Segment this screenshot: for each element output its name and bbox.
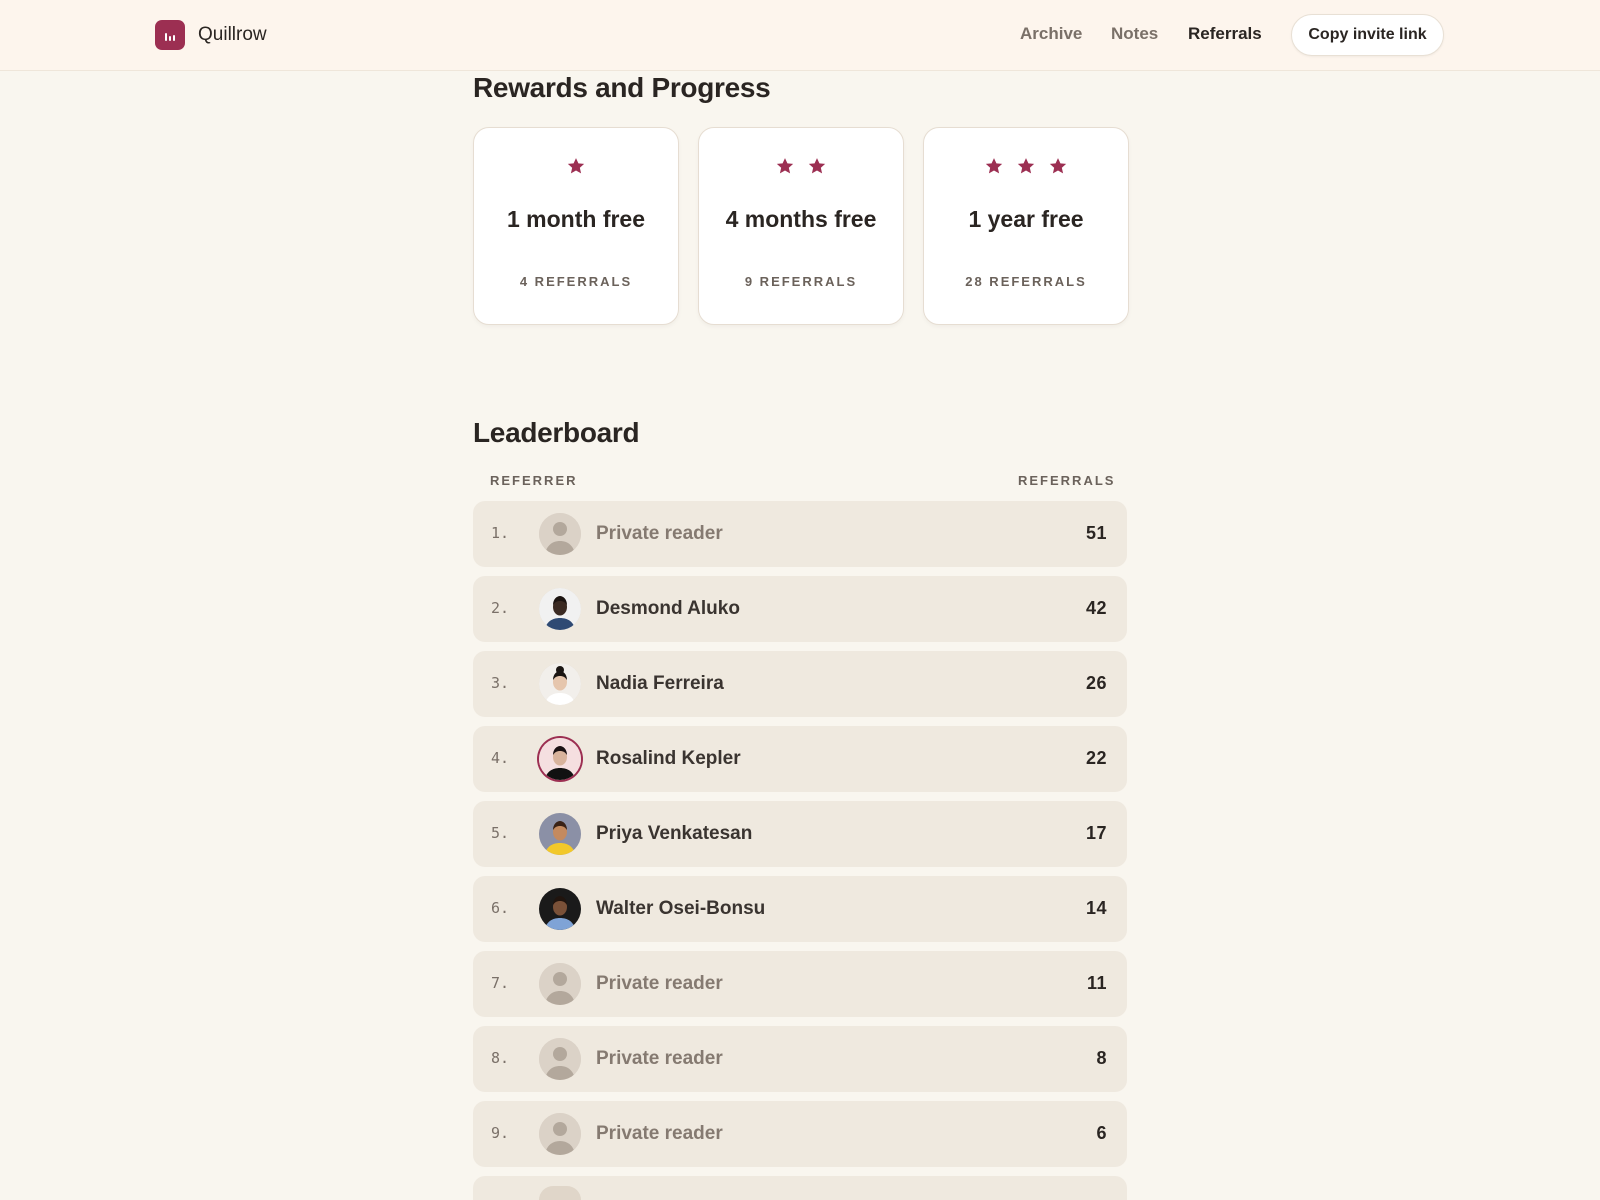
leaderboard-title: Leaderboard [473, 417, 640, 448]
brand-name: Quillrow [198, 24, 267, 45]
avatar [539, 888, 581, 930]
star-icon [776, 158, 794, 174]
user-photo [539, 813, 581, 855]
rank-number: 6. [491, 899, 510, 917]
nav-link-referrals[interactable]: Referrals [1188, 24, 1262, 44]
star-icon [1017, 158, 1035, 174]
avatar [539, 513, 581, 555]
brand-logo-icon [155, 20, 185, 50]
copy-invite-link-button[interactable]: Copy invite link [1291, 14, 1444, 56]
referrer-name: Private reader [596, 973, 723, 994]
reward-card: 4 months free 9 REFERRALS [698, 127, 904, 325]
referrer-name: Rosalind Kepler [596, 748, 741, 769]
star-icon [808, 158, 826, 174]
star-icon [985, 158, 1003, 174]
rank-number: 5. [491, 824, 510, 842]
star-icon [567, 158, 585, 174]
referral-count: 14 [1085, 898, 1107, 918]
rank-number: 2. [491, 599, 510, 617]
referral-count: 17 [1085, 823, 1107, 843]
default-avatar-icon [539, 513, 581, 555]
table-row: 9. Private reader 6 [473, 1101, 1127, 1167]
rewards-section-title: Rewards and Progress [473, 72, 771, 103]
referral-count: 42 [1085, 598, 1107, 618]
table-row: 2. Desmond Aluko 42 [473, 576, 1127, 642]
avatar [539, 738, 581, 780]
star-rating [699, 156, 903, 176]
user-photo [539, 588, 581, 630]
referrer-name: Nadia Ferreira [596, 673, 724, 694]
user-photo [539, 888, 581, 930]
referrals-column-header: REFERRALS [1018, 473, 1116, 488]
referrer-name: Private reader [596, 1048, 723, 1069]
avatar [539, 963, 581, 1005]
avatar [539, 1038, 581, 1080]
avatar [539, 813, 581, 855]
referral-count: 26 [1085, 673, 1107, 693]
nav-link-archive[interactable]: Archive [1020, 24, 1082, 44]
avatar [539, 663, 581, 705]
reward-requirement: 9 REFERRALS [744, 274, 858, 289]
table-row: 3. Nadia Ferreira 26 [473, 651, 1127, 717]
referral-count: 6 [1096, 1123, 1107, 1143]
table-row: 4. Rosalind Kepler 22 [473, 726, 1127, 792]
brand-home-link[interactable]: Quillrow [155, 20, 267, 50]
referral-count: 22 [1085, 748, 1107, 768]
table-row [473, 1176, 1127, 1200]
referrer-name: Private reader [596, 523, 723, 544]
reward-title: 4 months free [725, 206, 877, 232]
reward-requirement: 28 REFERRALS [965, 274, 1087, 289]
avatar [539, 588, 581, 630]
reward-card: 1 month free 4 REFERRALS [473, 127, 679, 325]
avatar [539, 1186, 581, 1200]
referrer-name: Priya Venkatesan [596, 823, 753, 844]
reward-requirement: 4 REFERRALS [519, 274, 633, 289]
star-rating [924, 156, 1128, 176]
avatar [539, 1113, 581, 1155]
table-row: 5. Priya Venkatesan 17 [473, 801, 1127, 867]
reward-title: 1 month free [506, 206, 646, 232]
table-row: 1. Private reader 51 [473, 501, 1127, 567]
table-row: 7. Private reader 11 [473, 951, 1127, 1017]
rank-number: 7. [491, 974, 510, 992]
rank-number: 8. [491, 1049, 510, 1067]
rank-number: 9. [491, 1124, 510, 1142]
user-photo [539, 738, 581, 780]
referrer-name: Desmond Aluko [596, 598, 740, 619]
table-row: 8. Private reader 8 [473, 1026, 1127, 1092]
user-photo [539, 663, 581, 705]
table-row: 6. Walter Osei-Bonsu 14 [473, 876, 1127, 942]
referral-count: 51 [1085, 523, 1107, 543]
rank-number: 3. [491, 674, 510, 692]
reward-title: 1 year free [968, 206, 1084, 232]
rank-number: 4. [491, 749, 510, 767]
default-avatar-icon [539, 1113, 581, 1155]
star-icon [1049, 158, 1067, 174]
referrer-column-header: REFERRER [490, 473, 578, 488]
referral-count: 8 [1096, 1048, 1107, 1068]
referrer-name: Walter Osei-Bonsu [596, 898, 766, 919]
reward-card: 1 year free 28 REFERRALS [923, 127, 1129, 325]
default-avatar-icon [539, 963, 581, 1005]
star-rating [474, 156, 678, 176]
default-avatar-icon [539, 1038, 581, 1080]
top-navigation-bar: Quillrow Archive Notes Referrals Copy in… [0, 0, 1600, 71]
referral-count: 11 [1086, 973, 1107, 993]
nav-link-notes[interactable]: Notes [1111, 24, 1158, 44]
rank-number: 1. [491, 524, 510, 542]
referrer-name: Private reader [596, 1123, 723, 1144]
